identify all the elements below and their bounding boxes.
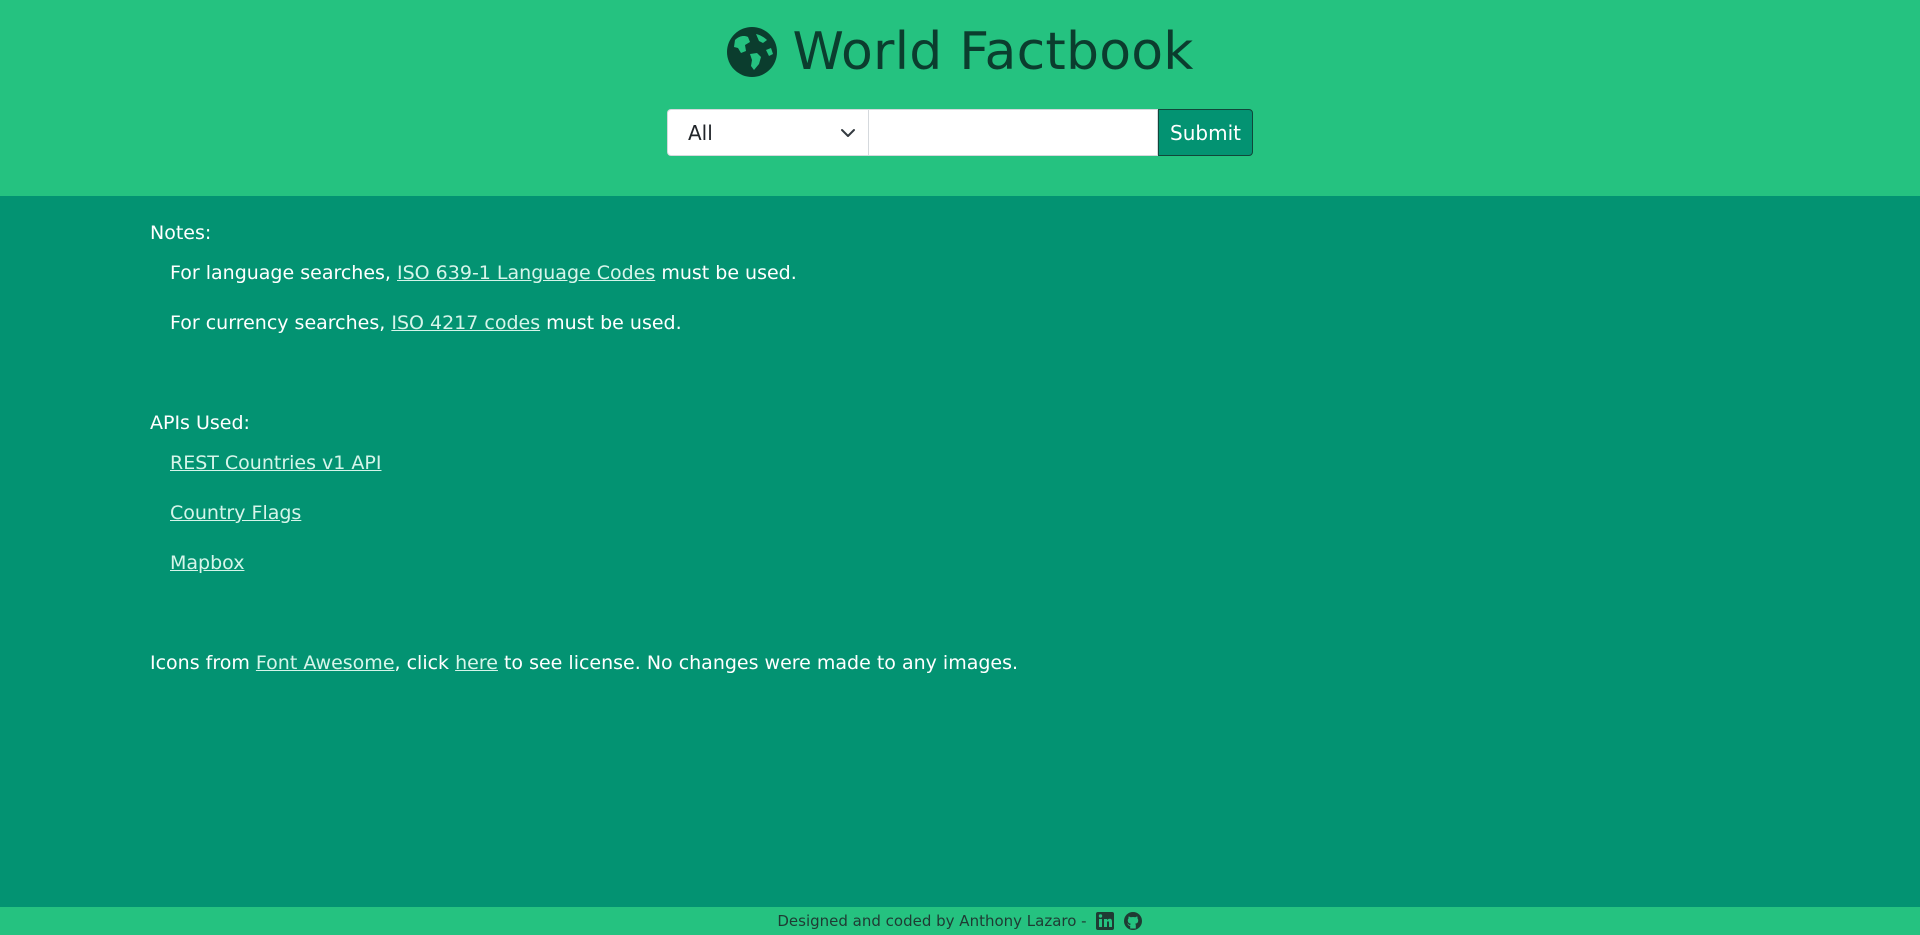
linkedin-icon[interactable] [1095,911,1115,931]
main-content: Notes: For language searches, ISO 639-1 … [150,218,1018,678]
currency-note-suffix: must be used. [546,312,682,334]
notes-heading: Notes: [150,222,212,244]
page-title: World Factbook [792,22,1194,82]
icons-credit: Icons from Font Awesome, click here to s… [150,648,1018,678]
github-icon[interactable] [1123,911,1143,931]
language-note: For language searches, ISO 639-1 Languag… [170,258,1018,288]
search-type-selected: All [688,120,713,145]
api-list-item: REST Countries v1 API [170,448,1018,478]
license-here-link[interactable]: here [455,652,498,674]
mapbox-link[interactable]: Mapbox [170,552,244,574]
country-flags-link[interactable]: Country Flags [170,502,301,524]
apis-heading: APIs Used: [150,412,250,434]
chevron-down-icon [841,128,855,137]
font-awesome-link[interactable]: Font Awesome [256,652,395,674]
iso-639-1-link[interactable]: ISO 639-1 Language Codes [397,262,655,284]
language-note-prefix: For language searches, [170,262,391,284]
search-input[interactable] [868,109,1158,156]
search-type-select[interactable]: All [667,109,868,156]
search-form: All Submit [667,109,1253,156]
api-list-item: Mapbox [170,548,1018,578]
currency-note: For currency searches, ISO 4217 codes mu… [170,308,1018,338]
currency-note-prefix: For currency searches, [170,312,386,334]
submit-button[interactable]: Submit [1158,109,1253,156]
api-list-item: Country Flags [170,498,1018,528]
language-note-suffix: must be used. [661,262,797,284]
rest-countries-link[interactable]: REST Countries v1 API [170,452,382,474]
icons-credit-prefix: Icons from [150,652,250,674]
icons-credit-suffix: to see license. No changes were made to … [503,652,1019,674]
icons-credit-middle: , click [394,652,450,674]
brand: World Factbook [0,22,1920,82]
iso-4217-link[interactable]: ISO 4217 codes [391,312,540,334]
header: World Factbook All Submit [0,0,1920,196]
footer-credit: Designed and coded by Anthony Lazaro - [777,912,1087,930]
footer: Designed and coded by Anthony Lazaro - [0,907,1920,935]
globe-americas-icon [727,27,778,77]
